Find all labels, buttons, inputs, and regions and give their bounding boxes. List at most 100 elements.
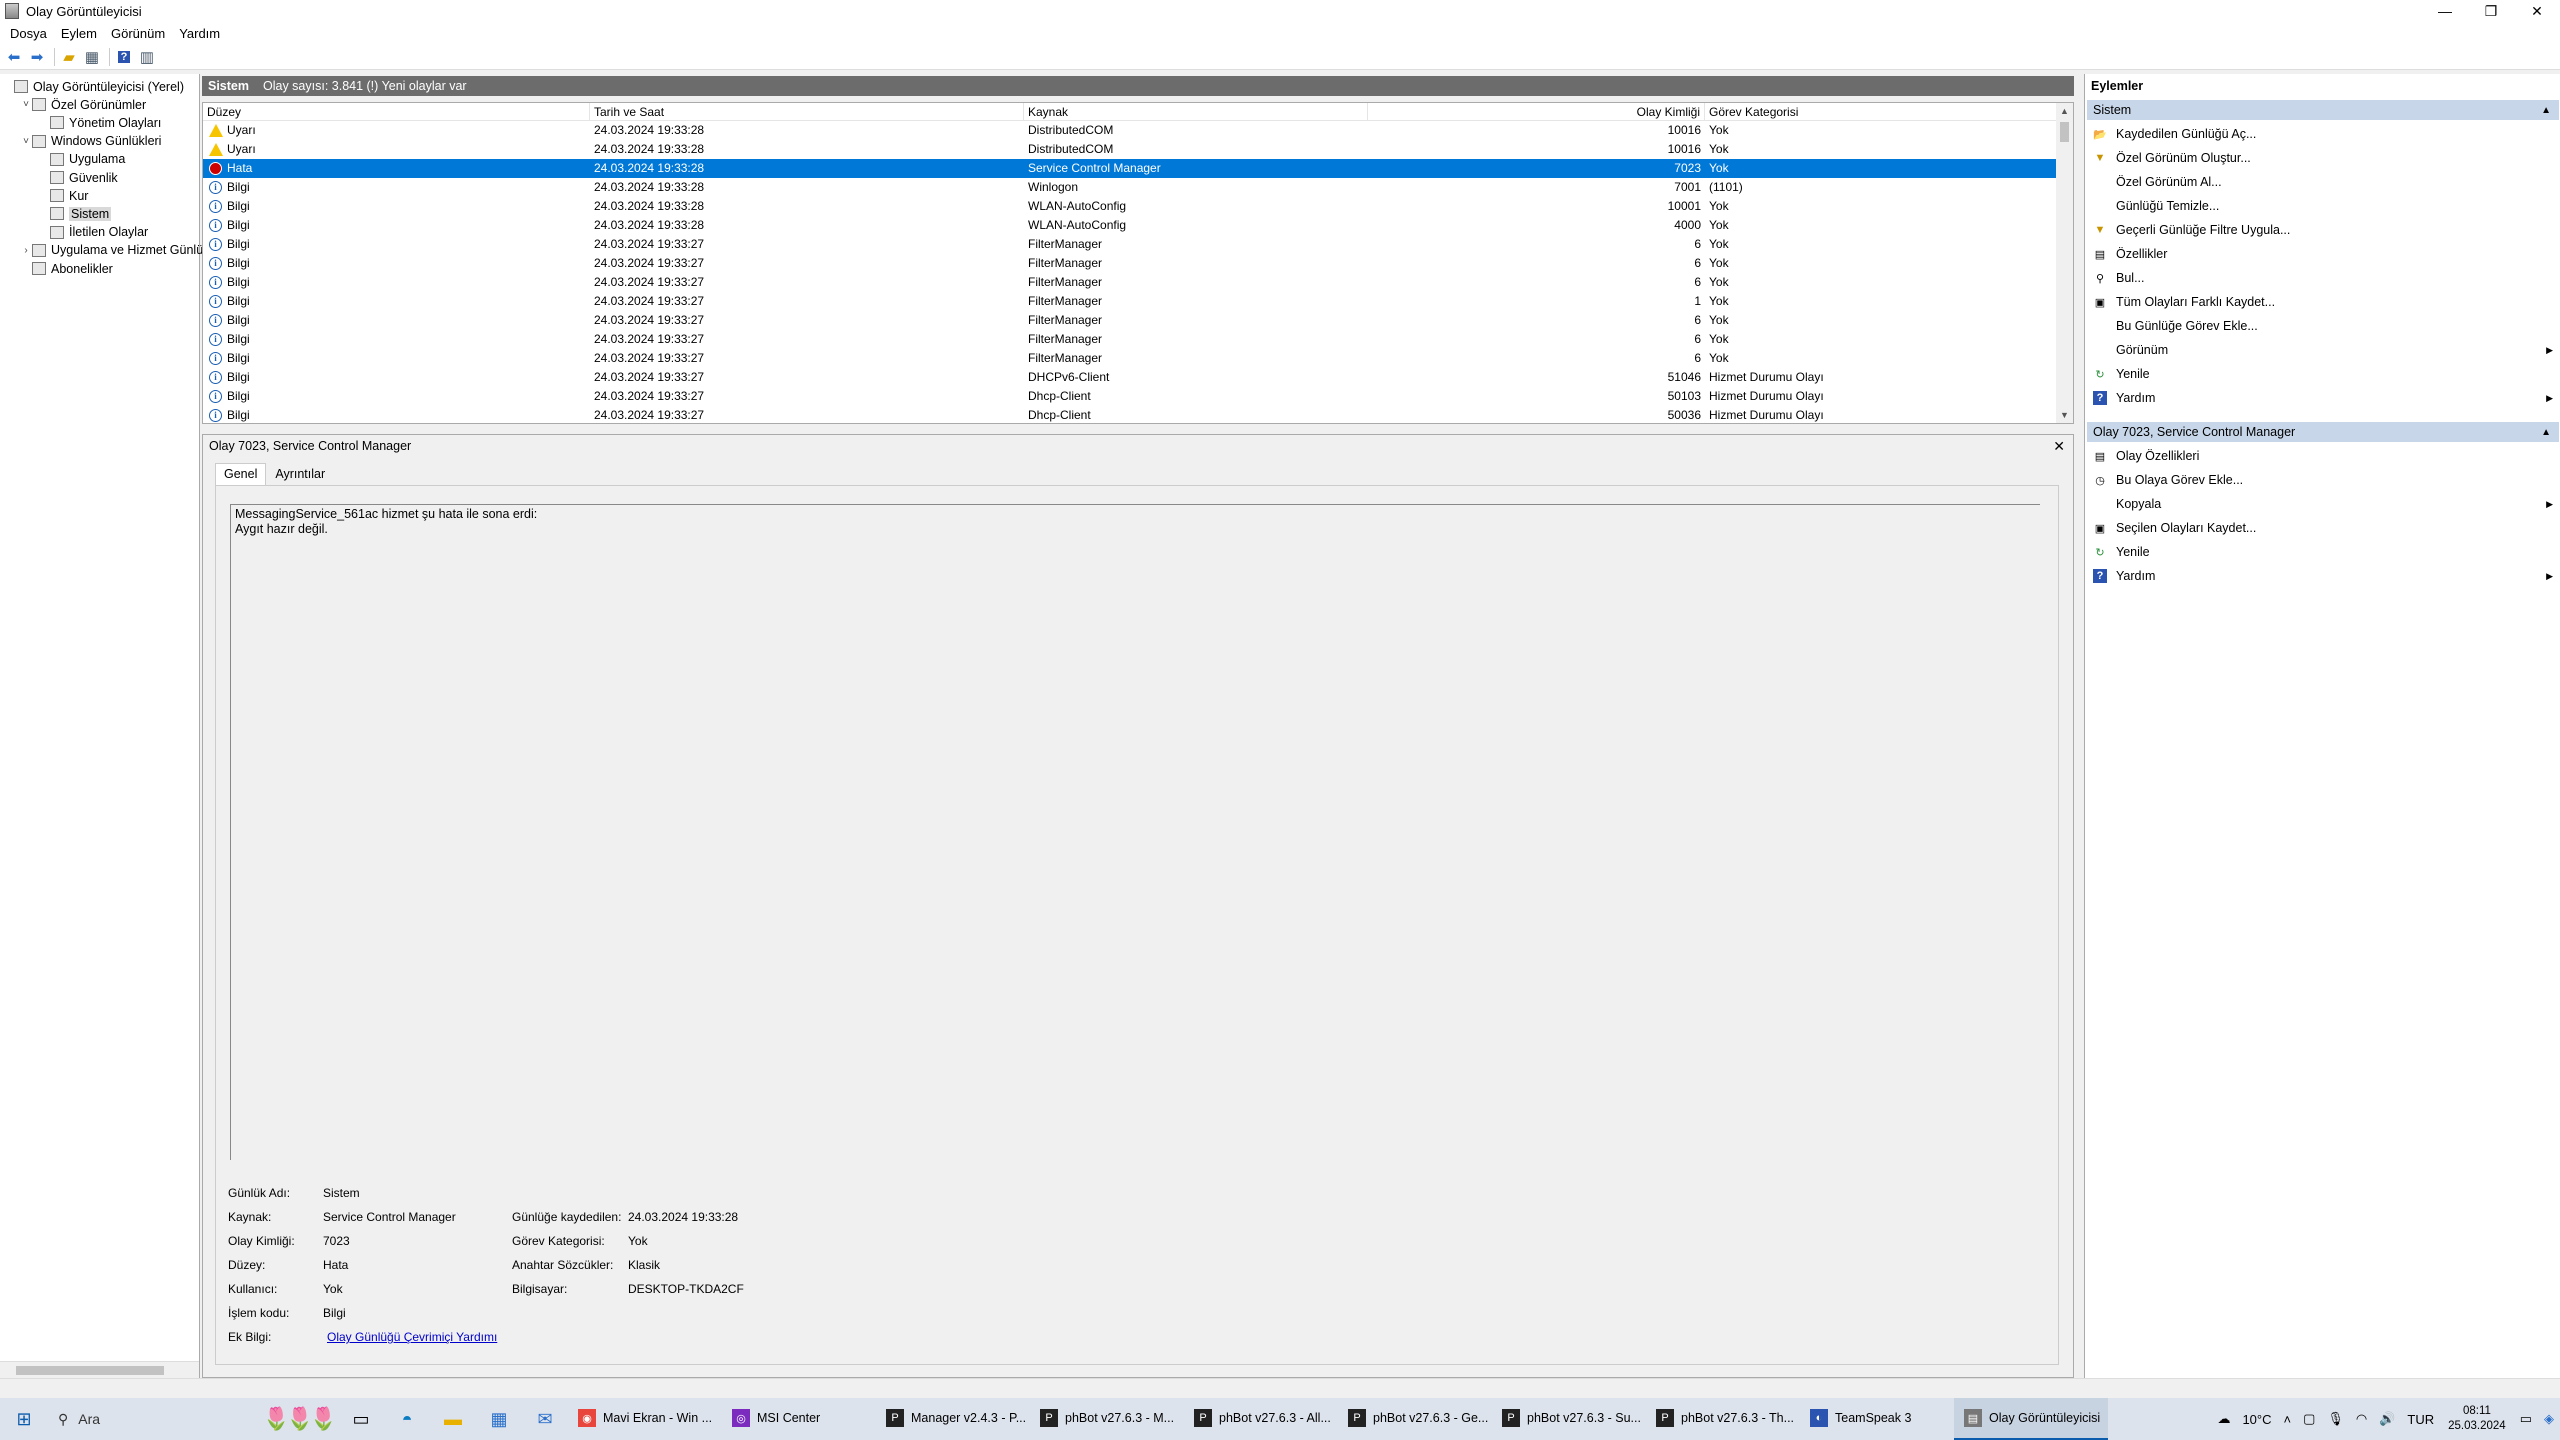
action-item[interactable]: Özel Görünüm Al... — [2093, 172, 2553, 192]
file-explorer-icon[interactable]: ▬ — [430, 1398, 476, 1440]
event-row[interactable]: i Bilgi 24.03.2024 19:33:27 DHCPv6-Client 51… — [203, 368, 2057, 387]
action-item[interactable]: ? Yardım ▶ — [2093, 388, 2553, 408]
column-event-id[interactable]: Olay Kimliği — [1368, 103, 1705, 121]
taskbar-item[interactable]: ◉ Mavi Ekran - Win ... — [568, 1398, 722, 1440]
clock[interactable]: 08:11 25.03.2024 — [2440, 1404, 2514, 1434]
action-item[interactable]: ◷ Bu Olaya Görev Ekle... — [2093, 470, 2553, 490]
taskbar-item[interactable]: ▤ Olay Görüntüleyicisi — [1954, 1398, 2108, 1440]
show-hidden-icons[interactable]: ˄ — [2277, 1412, 2297, 1427]
tree-item[interactable]: Güvenlik — [38, 169, 118, 186]
action-item[interactable]: ↻ Yenile — [2093, 542, 2553, 562]
back-icon[interactable]: ⬅ — [4, 47, 24, 67]
column-task-category[interactable]: Görev Kategorisi — [1705, 103, 2057, 121]
language-indicator[interactable]: TUR — [2401, 1412, 2440, 1427]
collapse-icon[interactable]: ▲ — [2541, 105, 2551, 116]
action-item[interactable]: ▣ Seçilen Olayları Kaydet... — [2093, 518, 2553, 538]
taskbar-item[interactable]: ◐ TeamSpeak 3 — [1800, 1398, 1954, 1440]
event-row[interactable]: Hata 24.03.2024 19:33:28 Service Control M… — [203, 159, 2057, 178]
event-row[interactable]: i Bilgi 24.03.2024 19:33:28 WLAN-AutoConfig… — [203, 197, 2057, 216]
tree-item[interactable]: ˅ Windows Günlükleri — [20, 133, 161, 150]
close-icon[interactable]: ✕ — [2053, 438, 2065, 455]
scrollbar-thumb[interactable] — [2060, 122, 2069, 142]
show-hide-tree-icon[interactable]: ▦ — [82, 47, 102, 67]
action-item[interactable]: ▼ Özel Görünüm Oluştur... — [2093, 148, 2553, 168]
column-source[interactable]: Kaynak — [1024, 103, 1368, 121]
expander-icon[interactable]: ˅ — [20, 136, 32, 147]
menu-eylem[interactable]: Eylem — [54, 26, 104, 41]
column-datetime[interactable]: Tarih ve Saat — [590, 103, 1024, 121]
action-item[interactable]: Görünüm ▶ — [2093, 340, 2553, 360]
tree-item[interactable]: Sistem — [38, 205, 112, 222]
event-row[interactable]: i Bilgi 24.03.2024 19:33:27 FilterManager 1 Y… — [203, 292, 2057, 311]
action-item[interactable]: ↻ Yenile — [2093, 364, 2553, 384]
scrollbar-thumb[interactable] — [16, 1366, 164, 1375]
volume-icon[interactable]: 🔊 — [2373, 1411, 2401, 1427]
taskbar-item[interactable]: PphBot v27.6.3 - Ge... — [1338, 1398, 1492, 1440]
windows-start-icon[interactable]: ⊞ — [0, 1398, 48, 1440]
event-row[interactable]: i Bilgi 24.03.2024 19:33:28 WLAN-AutoConfig… — [203, 216, 2057, 235]
taskbar-item[interactable]: PphBot v27.6.3 - Su... — [1492, 1398, 1646, 1440]
actions-section-sistem[interactable]: Sistem ▲ — [2087, 100, 2559, 120]
menu-yardim[interactable]: Yardım — [172, 26, 227, 41]
actions-section-event[interactable]: Olay 7023, Service Control Manager ▲ — [2087, 422, 2559, 442]
action-item[interactable]: Kopyala ▶ — [2093, 494, 2553, 514]
action-item[interactable]: 📂 Kaydedilen Günlüğü Aç... — [2093, 124, 2553, 144]
action-item[interactable]: Bu Günlüğe Görev Ekle... — [2093, 316, 2553, 336]
expander-icon[interactable]: ˅ — [20, 99, 32, 110]
taskbar-item[interactable]: PphBot v27.6.3 - Th... — [1646, 1398, 1800, 1440]
edge-icon[interactable]: ◓ — [384, 1398, 430, 1440]
action-item[interactable]: ? Yardım ▶ — [2093, 566, 2553, 586]
menu-dosya[interactable]: Dosya — [3, 26, 54, 41]
minimize-button[interactable]: — — [2422, 0, 2468, 22]
tree-item[interactable]: Uygulama — [38, 151, 125, 168]
up-folder-icon[interactable]: ▰ — [59, 47, 79, 67]
tree-item[interactable]: Olay Görüntüleyicisi (Yerel) — [2, 78, 184, 95]
action-item[interactable]: Günlüğü Temizle... — [2093, 196, 2553, 216]
wifi-icon[interactable]: ◠ — [2350, 1411, 2373, 1427]
column-level[interactable]: Düzey — [203, 103, 590, 121]
action-item[interactable]: ▣ Tüm Olayları Farklı Kaydet... — [2093, 292, 2553, 312]
tree-item[interactable]: ˅ Özel Görünümler — [20, 96, 146, 113]
expander-icon[interactable]: › — [20, 245, 32, 256]
taskbar-item[interactable]: ◎ MSI Center — [722, 1398, 876, 1440]
event-row[interactable]: i Bilgi 24.03.2024 19:33:27 FilterManager 6 Y… — [203, 273, 2057, 292]
online-help-link[interactable]: Olay Günlüğü Çevrimiçi Yardımı — [327, 1330, 497, 1344]
action-item[interactable]: ⚲ Bul... — [2093, 268, 2553, 288]
restore-button[interactable]: ❐ — [2468, 0, 2514, 22]
tab-genel[interactable]: Genel — [215, 463, 267, 485]
tree-item[interactable]: Yönetim Olayları — [38, 114, 161, 131]
forward-icon[interactable]: ➡ — [27, 47, 47, 67]
teams-chat-icon[interactable]: ◈ — [2538, 1411, 2560, 1427]
taskbar-search[interactable]: ⚲ Ara — [48, 1398, 258, 1440]
collapse-icon[interactable]: ▲ — [2541, 427, 2551, 438]
action-item[interactable]: ▤ Özellikler — [2093, 244, 2553, 264]
event-row[interactable]: i Bilgi 24.03.2024 19:33:27 FilterManager 6 Y… — [203, 254, 2057, 273]
tree-item[interactable]: Abonelikler — [20, 260, 113, 277]
task-view-icon[interactable]: ▭ — [338, 1398, 384, 1440]
meet-now-icon[interactable]: ▢ — [2297, 1411, 2321, 1427]
taskbar-item[interactable]: PphBot v27.6.3 - M... — [1030, 1398, 1184, 1440]
tab-ayrintilar[interactable]: Ayrıntılar — [266, 463, 334, 485]
taskbar-item[interactable]: P Manager v2.4.3 - P... — [876, 1398, 1030, 1440]
tree-item[interactable]: Kur — [38, 187, 88, 204]
event-row[interactable]: i Bilgi 24.03.2024 19:33:27 FilterManager 6 Y… — [203, 330, 2057, 349]
action-item[interactable]: ▼ Geçerli Günlüğe Filtre Uygula... — [2093, 220, 2553, 240]
event-row[interactable]: i Bilgi 24.03.2024 19:33:27 FilterManager 6 Y… — [203, 349, 2057, 368]
event-row[interactable]: i Bilgi 24.03.2024 19:33:28 Winlogon 7001 (11… — [203, 178, 2057, 197]
action-item[interactable]: ▤ Olay Özellikleri — [2093, 446, 2553, 466]
weather-icon[interactable]: ☁ — [2211, 1411, 2236, 1427]
event-row[interactable]: i Bilgi 24.03.2024 19:33:27 FilterManager 6 Y… — [203, 311, 2057, 330]
microphone-icon[interactable]: 🎙 — [2321, 1411, 2350, 1427]
tree-item[interactable]: İletilen Olaylar — [38, 224, 148, 241]
scroll-up-icon[interactable]: ▲ — [2056, 103, 2073, 119]
taskbar-item[interactable]: PphBot v27.6.3 - All... — [1184, 1398, 1338, 1440]
event-message-box[interactable]: MessagingService_561ac hizmet şu hata il… — [230, 504, 2040, 1160]
store-icon[interactable]: ▦ — [476, 1398, 522, 1440]
close-button[interactable]: ✕ — [2514, 0, 2560, 22]
tree-horizontal-scrollbar[interactable] — [0, 1361, 199, 1378]
event-row[interactable]: i Bilgi 24.03.2024 19:33:27 Dhcp-Client 5003… — [203, 406, 2057, 423]
notification-icon[interactable]: ▭ — [2514, 1411, 2538, 1427]
mail-icon[interactable]: ✉ — [522, 1398, 568, 1440]
help-icon[interactable]: ? — [114, 47, 134, 67]
scroll-down-icon[interactable]: ▼ — [2056, 407, 2073, 423]
